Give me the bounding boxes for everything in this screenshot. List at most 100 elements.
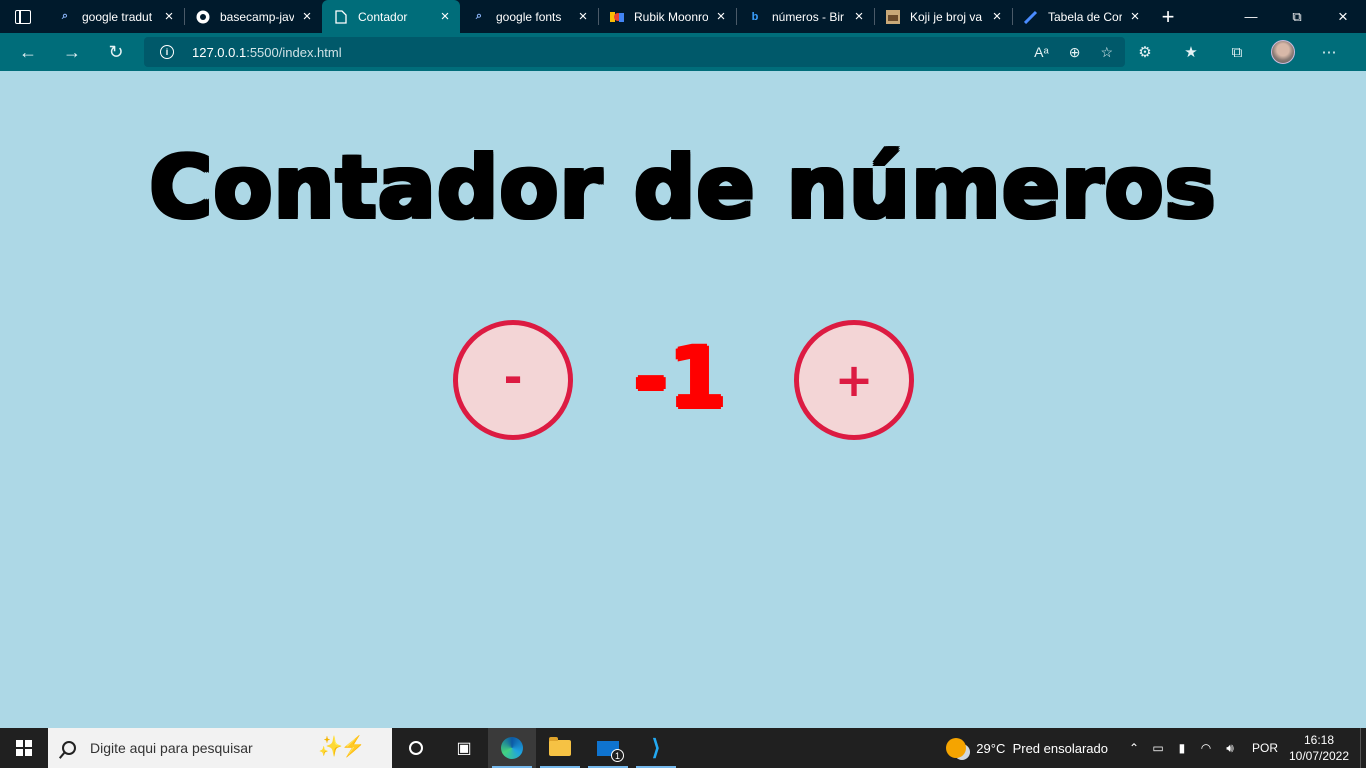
zoom-icon[interactable]: ⊕ [1069, 44, 1081, 61]
site-info-icon[interactable]: i [160, 45, 174, 59]
github-icon [196, 10, 210, 24]
tab-label: google fonts [496, 9, 562, 24]
tab-rubik-moonrocks[interactable]: Rubik Moonro × [598, 0, 736, 33]
tab-basecamp[interactable]: basecamp-jav × [184, 0, 322, 33]
favorite-add-icon[interactable]: ☆ [1100, 44, 1113, 61]
vscode-icon: ⟩ [651, 735, 661, 760]
increment-label: + [834, 353, 874, 407]
tab-koji-je-broj[interactable]: Koji je broj va × [874, 0, 1012, 33]
close-icon[interactable]: × [852, 8, 866, 25]
search-placeholder: Digite aqui para pesquisar [90, 740, 253, 756]
tab-label: basecamp-jav [220, 9, 294, 24]
close-icon[interactable]: × [162, 8, 176, 25]
edge-icon [501, 737, 523, 759]
close-icon[interactable]: × [1128, 8, 1142, 25]
tab-actions-button[interactable] [0, 0, 46, 33]
tab-label: números - Bir [772, 9, 845, 24]
close-icon[interactable]: × [576, 8, 590, 25]
mail-badge: 1 [611, 749, 624, 762]
google-fonts-icon [610, 10, 624, 24]
decrement-label: - [503, 350, 523, 404]
read-aloud-icon[interactable]: Aᵃ [1034, 44, 1049, 60]
extensions-icon[interactable]: ⚙ [1122, 43, 1168, 61]
taskbar-mail[interactable]: 1 [584, 728, 632, 768]
taskbar-file-explorer[interactable] [536, 728, 584, 768]
taskbar-vscode[interactable]: ⟩ [632, 728, 680, 768]
windows-taskbar: Digite aqui para pesquisar ✨⚡ ▣ 1 ⟩ 29°C… [0, 728, 1366, 768]
meet-now-icon[interactable]: ▭ [1146, 741, 1170, 755]
address-actions: Aᵃ ⊕ ☆ [1034, 37, 1113, 67]
tab-tabela-de-cores[interactable]: Tabela de Cor × [1012, 0, 1150, 33]
clock[interactable]: 16:18 10/07/2022 [1288, 732, 1350, 764]
tab-google-fonts[interactable]: ⌕ google fonts × [460, 0, 598, 33]
decrement-button[interactable]: - [453, 320, 573, 440]
cortana-icon [409, 741, 423, 755]
url-path: :5500/index.html [246, 44, 342, 60]
collections-icon[interactable]: ⧉ [1214, 44, 1260, 61]
close-icon[interactable]: × [714, 8, 728, 25]
search-icon [62, 741, 76, 755]
language-indicator[interactable]: POR [1252, 741, 1278, 755]
tab-label: Contador [358, 9, 408, 24]
address-bar[interactable]: i 127.0.0.1:5500/index.html Aᵃ ⊕ ☆ [144, 37, 1125, 67]
wifi-icon[interactable]: ◠ [1194, 741, 1218, 755]
back-button[interactable]: ← [6, 33, 50, 71]
increment-button[interactable]: + [794, 320, 914, 440]
tab-contador[interactable]: Contador × [322, 0, 460, 33]
forward-button[interactable]: → [50, 33, 94, 71]
more-menu-icon[interactable]: ⋯ [1306, 43, 1352, 61]
cortana-button[interactable] [392, 728, 440, 768]
task-view-button[interactable]: ▣ [440, 728, 488, 768]
pen-icon [1024, 10, 1038, 24]
windows-logo-icon [16, 740, 32, 756]
tab-label: Koji je broj va [910, 9, 983, 24]
tab-label: Rubik Moonro [634, 9, 708, 24]
tab-label: Tabela de Cor [1048, 9, 1122, 24]
search-icon: ⌕ [61, 10, 69, 22]
restore-button[interactable]: ⧉ [1274, 0, 1320, 33]
window-controls: — ⧉ × [1228, 0, 1366, 33]
page-icon [334, 9, 348, 24]
counter-section: - -1 + [0, 320, 1366, 440]
taskbar-search[interactable]: Digite aqui para pesquisar ✨⚡ [48, 728, 392, 768]
search-icon: ⌕ [475, 10, 483, 22]
profile-button[interactable] [1260, 40, 1306, 64]
clock-date: 10/07/2022 [1288, 749, 1350, 763]
system-tray: 29°C Pred ensolarado ⌃ ▭ ▮ ◠ 🔊︎ POR 16:1… [946, 728, 1366, 768]
weather-widget[interactable]: 29°C Pred ensolarado [946, 738, 1108, 758]
minimize-button[interactable]: — [1228, 0, 1274, 33]
tab-numeros-bing[interactable]: b números - Bir × [736, 0, 874, 33]
tab-actions-icon [15, 9, 31, 24]
weather-desc: Pred ensolarado [1012, 740, 1108, 756]
volume-icon[interactable]: 🔊︎ [1218, 741, 1242, 756]
browser-tools: ⚙ ★ ⧉ ⋯ [1122, 33, 1352, 71]
avatar [1271, 40, 1295, 64]
show-desktop-button[interactable] [1360, 728, 1366, 768]
refresh-button[interactable]: ↻ [94, 33, 138, 71]
image-icon [886, 9, 900, 24]
chevron-up-icon[interactable]: ⌃ [1122, 741, 1146, 755]
tab-label: google tradut [82, 9, 153, 24]
close-icon[interactable]: × [438, 8, 452, 25]
task-view-icon: ▣ [456, 740, 472, 757]
folder-icon [549, 737, 571, 756]
close-window-button[interactable]: × [1320, 0, 1366, 33]
close-icon[interactable]: × [990, 8, 1004, 25]
battery-icon[interactable]: ▮ [1170, 741, 1194, 755]
url-host: 127.0.0.1 [192, 44, 247, 60]
favorites-icon[interactable]: ★ [1168, 43, 1214, 61]
page-title: Contador de números [149, 138, 1217, 238]
clock-time: 16:18 [1303, 733, 1335, 747]
search-highlight-icon: ✨⚡ [318, 736, 366, 758]
weather-sun-icon [946, 738, 967, 758]
new-tab-button[interactable]: + [1150, 0, 1186, 33]
taskbar-edge[interactable] [488, 728, 536, 768]
browser-toolbar: ← → ↻ i 127.0.0.1:5500/index.html Aᵃ ⊕ ☆… [0, 33, 1366, 71]
browser-tab-strip: ⌕ google tradut × basecamp-jav × Contado… [0, 0, 1366, 33]
bing-icon: b [751, 10, 759, 23]
start-button[interactable] [0, 728, 48, 768]
weather-temp: 29°C [976, 740, 1006, 756]
close-icon[interactable]: × [300, 8, 314, 25]
counter-value: -1 [633, 329, 727, 427]
tab-google-translate[interactable]: ⌕ google tradut × [46, 0, 184, 33]
